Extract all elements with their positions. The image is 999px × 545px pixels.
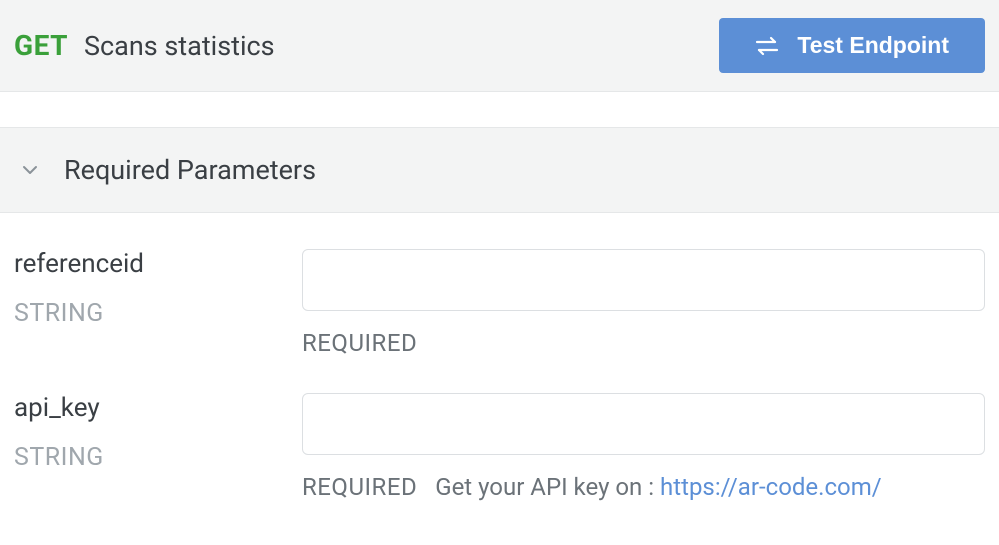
required-params-section-title: Required Parameters <box>64 154 316 186</box>
param-name: api_key <box>14 393 302 423</box>
param-description-link[interactable]: https://ar-code.com/ <box>660 473 882 501</box>
param-input-api-key[interactable] <box>302 393 985 455</box>
test-endpoint-button[interactable]: Test Endpoint <box>719 18 985 73</box>
param-description-text: Get your API key on : <box>435 473 660 501</box>
required-tag: REQUIRED <box>302 473 417 501</box>
param-type: STRING <box>14 299 302 328</box>
swap-arrows-icon <box>755 35 779 57</box>
http-method-badge: GET <box>14 29 68 62</box>
param-type: STRING <box>14 443 302 472</box>
required-params-section-header[interactable]: Required Parameters <box>0 128 999 213</box>
test-endpoint-button-label: Test Endpoint <box>797 32 949 59</box>
param-list: referenceid STRING REQUIRED api_key STRI… <box>0 213 999 501</box>
required-tag: REQUIRED <box>302 329 417 357</box>
param-left: api_key STRING <box>14 393 302 501</box>
chevron-down-icon <box>20 160 40 180</box>
param-left: referenceid STRING <box>14 249 302 357</box>
param-input-referenceid[interactable] <box>302 249 985 311</box>
param-description: Get your API key on : https://ar-code.co… <box>435 473 881 501</box>
param-right: REQUIRED <box>302 249 985 357</box>
param-right: REQUIRED Get your API key on : https://a… <box>302 393 985 501</box>
spacer-strip <box>0 92 999 128</box>
param-meta: REQUIRED Get your API key on : https://a… <box>302 473 985 501</box>
endpoint-header-left: GET Scans statistics <box>14 29 275 62</box>
param-row: referenceid STRING REQUIRED <box>0 213 999 357</box>
endpoint-header: GET Scans statistics Test Endpoint <box>0 0 999 92</box>
param-meta: REQUIRED <box>302 329 985 357</box>
endpoint-title: Scans statistics <box>84 30 275 62</box>
param-row: api_key STRING REQUIRED Get your API key… <box>0 357 999 501</box>
param-name: referenceid <box>14 249 302 279</box>
